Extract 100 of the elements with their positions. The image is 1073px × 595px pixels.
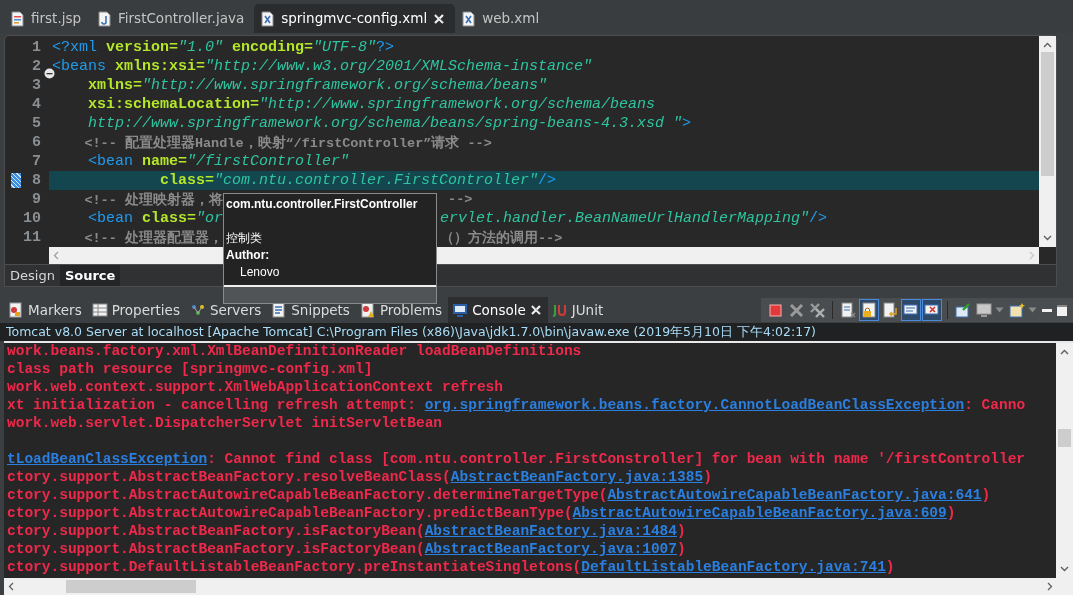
x-icon bbox=[788, 302, 804, 318]
marker-icon bbox=[8, 302, 24, 318]
server-icon bbox=[189, 302, 206, 318]
console-link[interactable]: org.springframework.beans.factory.CannotLoadBeanClassException bbox=[424, 397, 965, 413]
tooltip-description: 控制类 bbox=[226, 230, 263, 247]
view-tab[interactable]: Console bbox=[448, 297, 548, 323]
close-icon[interactable] bbox=[529, 304, 542, 316]
code-line: <bean class="or bbox=[87, 210, 224, 227]
line-number: 2 bbox=[32, 58, 41, 75]
line-number: 1 bbox=[32, 39, 41, 56]
scrollbar-thumb[interactable] bbox=[1041, 52, 1054, 176]
code-line: <bean name="/firstController" bbox=[87, 153, 350, 170]
pin-icon bbox=[955, 302, 971, 318]
window-icon bbox=[903, 302, 919, 318]
caret-icon[interactable] bbox=[995, 307, 1004, 313]
console-link[interactable]: DefaultListableBeanFactory.java:741 bbox=[581, 559, 886, 575]
console-line: ctory.support.DefaultListableBeanFactory.preInstantiateSingletons(DefaultListableBeanFactory.java:741) bbox=[7, 559, 896, 577]
code-line: xmlns="http://www.springframework.org/schema/beans" bbox=[87, 77, 548, 94]
console-link[interactable]: AbstractAutowireCapableBeanFactory.java:641 bbox=[607, 487, 982, 503]
console-line: class path resource [springmvc-config.xml] bbox=[7, 361, 374, 379]
scrollbar-thumb[interactable] bbox=[1058, 429, 1071, 447]
collapse-icon[interactable] bbox=[44, 68, 55, 79]
console-line: ctory.support.AbstractAutowireCapableBeanFactory.determineTargetType(AbstractAutowireCapableBeanFactory.java:641) bbox=[7, 487, 992, 505]
code-line: http://www.springframework.org/schema/beans/spring-beans-4.3.xsd "> bbox=[87, 115, 692, 132]
line-number: 3 bbox=[32, 77, 41, 94]
lock-icon bbox=[861, 302, 877, 318]
window-error-icon bbox=[924, 302, 940, 318]
code-line-fragment: ervlet.handler.BeanNameUrlHandlerMapping"/> bbox=[440, 210, 828, 227]
page-icon bbox=[10, 10, 25, 27]
monitor-icon bbox=[452, 302, 469, 318]
vertical-scrollbar[interactable] bbox=[1056, 343, 1073, 578]
console-line: ctory.support.AbstractBeanFactory.isFactoryBean(AbstractBeanFactory.java:1007) bbox=[7, 541, 687, 559]
line-number: 7 bbox=[32, 153, 41, 170]
author-label: Author: bbox=[226, 247, 271, 264]
page-icon bbox=[461, 10, 477, 27]
page-icon bbox=[260, 10, 276, 27]
editor-tab[interactable]: FirstController.java bbox=[91, 4, 255, 33]
code-line: <!-- 配置处理器Handle，映射“/firstController”请求 --> bbox=[83, 134, 492, 152]
console-link[interactable]: AbstractBeanFactory.java:1007 bbox=[424, 541, 677, 557]
line-number: 11 bbox=[23, 229, 41, 246]
chevron-down-icon[interactable] bbox=[1060, 566, 1069, 572]
chevron-down-icon[interactable] bbox=[1043, 235, 1052, 241]
console-line: work.web.servlet.DispatcherServlet initServletBean bbox=[7, 415, 444, 433]
view-tab[interactable]: JUnit bbox=[547, 297, 610, 323]
test-runner-icon bbox=[551, 302, 568, 318]
caret-icon[interactable] bbox=[1028, 307, 1037, 313]
console-line: tLoadBeanClassException: Cannot find class [com.ntu.controller.FirstConstroller] for bean with name '/firstController bbox=[7, 451, 1027, 469]
code-line: <!-- 处理器配置器， bbox=[83, 229, 223, 247]
page-tab[interactable]: Design bbox=[5, 265, 60, 286]
console-link[interactable]: AbstractAutowireCapableBeanFactory.java:609 bbox=[572, 505, 947, 521]
view-tab[interactable]: Markers bbox=[4, 297, 88, 323]
code-line-fragment: （）方法的调用--> bbox=[440, 229, 563, 247]
chevron-up-icon[interactable] bbox=[1060, 349, 1069, 355]
chevron-up-icon[interactable] bbox=[1043, 42, 1052, 48]
line-number: 10 bbox=[23, 210, 41, 227]
page-icon bbox=[97, 10, 113, 27]
line-number: 6 bbox=[32, 134, 41, 151]
stop-icon bbox=[767, 302, 783, 318]
minimize-icon bbox=[1042, 308, 1052, 312]
chevron-left-icon[interactable] bbox=[8, 582, 14, 591]
line-number: 4 bbox=[32, 96, 41, 113]
console-line: work.beans.factory.xml.XmlBeanDefinitionReader loadBeanDefinitions bbox=[7, 343, 583, 361]
chevron-right-icon[interactable] bbox=[1047, 582, 1053, 591]
editor-tab[interactable]: web.xml bbox=[455, 4, 550, 33]
toolbar-button[interactable] bbox=[859, 299, 879, 321]
page-tab[interactable]: Source bbox=[59, 265, 121, 286]
code-line: xsi:schemaLocation="http://www.springframework.org/schema/beans bbox=[87, 96, 656, 113]
scrollbar-thumb[interactable] bbox=[66, 580, 196, 593]
line-number: 9 bbox=[32, 191, 41, 208]
view-tab[interactable]: Properties bbox=[87, 297, 186, 323]
toolbar-button[interactable] bbox=[901, 299, 921, 321]
editor-tab[interactable]: springmvc-config.xml bbox=[254, 4, 456, 33]
toolbar-button[interactable] bbox=[880, 299, 900, 321]
console-link[interactable]: AbstractBeanFactory.java:1385 bbox=[450, 469, 704, 485]
console-title: Tomcat v8.0 Server at localhost [Apache Tomcat] C:\Program Files (x86)\Java\jdk1.7.0\bin\javaw.exe (2019年5月10日 下午4:02:17) bbox=[0, 323, 1073, 341]
console-link[interactable]: tLoadBeanClassException bbox=[7, 451, 208, 467]
console-line: work.web.context.support.XmlWebApplicationContext refresh bbox=[7, 379, 504, 397]
editor-tab[interactable]: first.jsp bbox=[4, 4, 92, 33]
monitor-icon bbox=[976, 302, 992, 318]
code-line-fragment: --> bbox=[447, 191, 473, 208]
code-line: <!-- 处理映射器，将 bbox=[83, 191, 223, 209]
double-x-icon bbox=[809, 302, 825, 318]
console-line: ctory.support.AbstractAutowireCapableBeanFactory.predictBeanType(AbstractAutowireCapableBeanFactory.java:609) bbox=[7, 505, 957, 523]
horizontal-scrollbar[interactable] bbox=[4, 578, 1073, 595]
line-number: 5 bbox=[32, 115, 41, 132]
table-icon bbox=[91, 302, 108, 318]
console-link[interactable]: AbstractBeanFactory.java:1484 bbox=[424, 523, 677, 539]
close-icon[interactable] bbox=[433, 12, 446, 25]
document-icon bbox=[840, 302, 856, 318]
vertical-scrollbar[interactable] bbox=[1039, 36, 1056, 247]
code-line: <?xml version="1.0" encoding="UTF-8"?> bbox=[52, 39, 395, 56]
tooltip-title: com.ntu.controller.FirstController bbox=[226, 196, 419, 213]
toolbar-button[interactable] bbox=[922, 299, 942, 321]
maximize-icon bbox=[1057, 304, 1067, 316]
console-line: ctory.support.AbstractBeanFactory.resolveBeanClass(AbstractBeanFactory.java:1385) bbox=[7, 469, 713, 487]
code-line: <beans xmlns:xsi="http://www.w3.org/2001/XMLSchema-instance" bbox=[52, 58, 593, 75]
view-tab[interactable]: Servers bbox=[185, 297, 268, 323]
console-line: xt initialization - cancelling refresh attempt: org.springframework.beans.factory.CannotLoadBeanClassException: Canno bbox=[7, 397, 1027, 415]
line-number: 8 bbox=[32, 172, 41, 189]
toolbar-button[interactable] bbox=[838, 299, 858, 321]
